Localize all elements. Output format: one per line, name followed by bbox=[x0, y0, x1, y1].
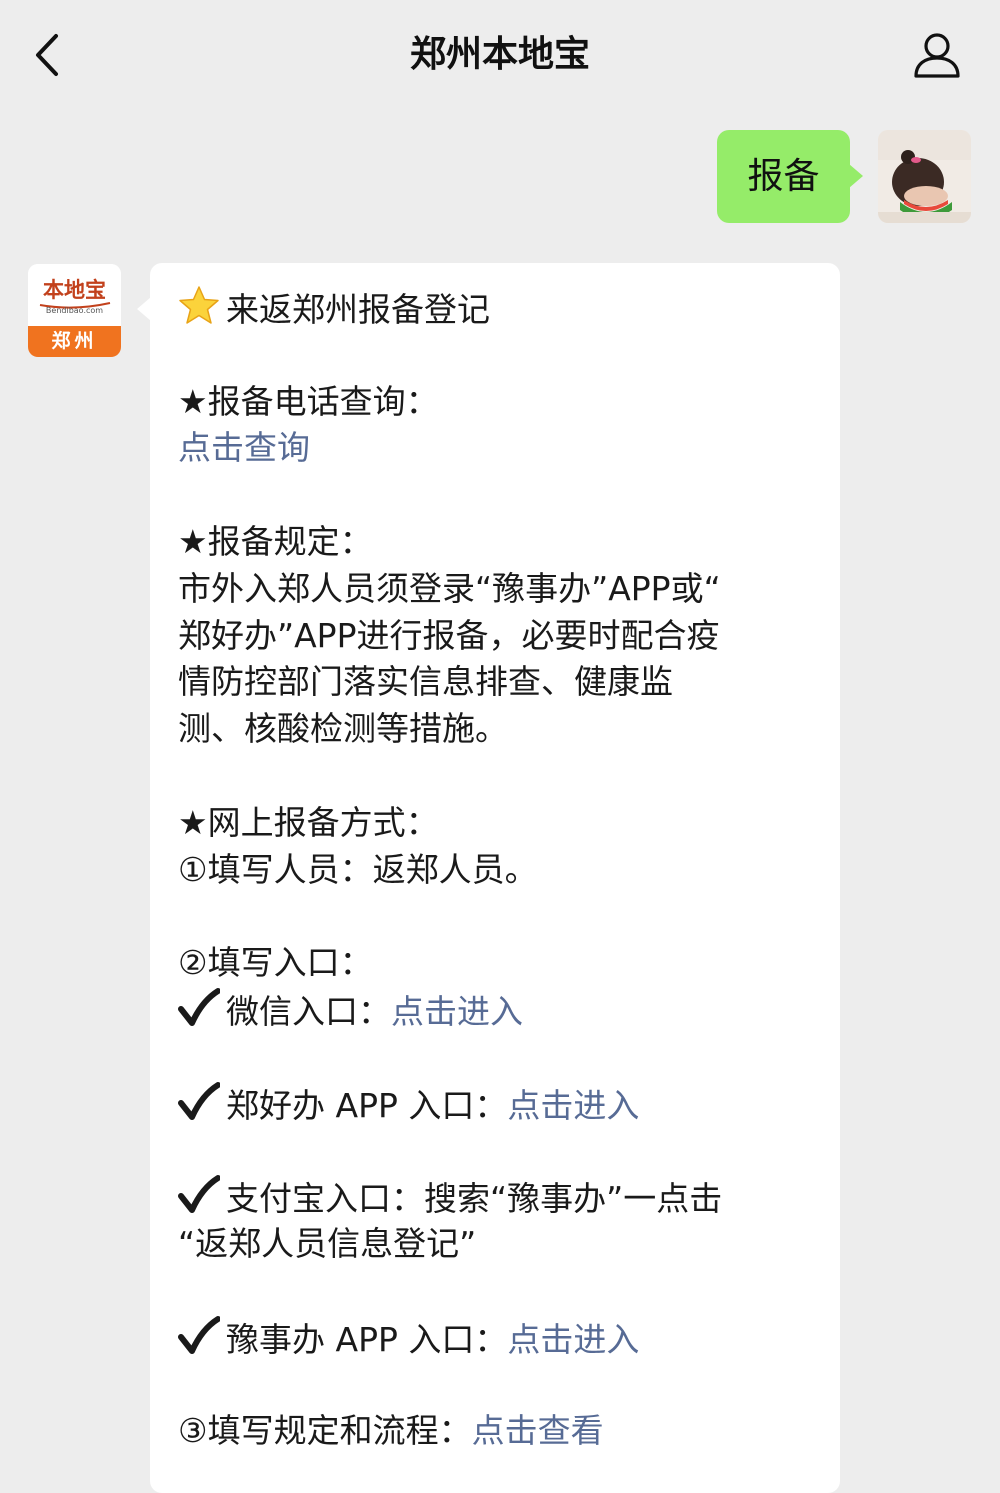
user-photo-icon bbox=[878, 130, 971, 223]
step2-text: ②填写入口： bbox=[178, 943, 373, 983]
step3-label: ③填写规定和流程： bbox=[178, 1411, 472, 1451]
bot-avatar-logo-url: Bendibao.com bbox=[45, 306, 104, 315]
step3-link[interactable]: 点击查看 bbox=[472, 1411, 604, 1450]
zhb-entry-line: 郑好办 APP 入口：点击进入 bbox=[178, 1081, 818, 1128]
message-title-line: 来返郑州报备登记 bbox=[178, 285, 818, 332]
rules-heading: ★报备规定： bbox=[178, 521, 373, 561]
star-emoji-icon bbox=[179, 286, 219, 324]
step3-line: ③填写规定和流程：点击查看 bbox=[178, 1408, 818, 1455]
zhb-entry-label: 郑好办 APP 入口： bbox=[226, 1085, 508, 1125]
rules-text-line: 测、核酸检测等措施。 bbox=[178, 709, 508, 749]
online-heading: ★网上报备方式： bbox=[178, 802, 439, 842]
checkmark-icon bbox=[178, 1175, 220, 1214]
alipay-entry-text: 支付宝入口：搜索“豫事办”一点击 bbox=[226, 1179, 723, 1219]
phone-heading: ★报备电话查询： bbox=[178, 381, 439, 421]
rules-text-line: 郑好办”APP进行报备，必要时配合疫 bbox=[178, 615, 720, 655]
ysb-entry-line: 豫事办 APP 入口：点击进入 bbox=[178, 1315, 818, 1362]
step1-text: ①填写人员：返郑人员。 bbox=[178, 849, 538, 889]
alipay-entry-text-2: “返郑人员信息登记” bbox=[178, 1223, 477, 1263]
bot-avatar[interactable]: 本地宝 Bendibao.com 郑州 bbox=[28, 264, 121, 357]
user-avatar[interactable] bbox=[878, 130, 971, 223]
message-content: 来返郑州报备登记 ★报备电话查询： 点击查询 ★报备规定： 市外入郑人员须登录“… bbox=[178, 285, 818, 1455]
user-icon bbox=[914, 33, 960, 78]
profile-button[interactable] bbox=[910, 30, 964, 80]
nav-bar: 郑州本地宝 bbox=[0, 0, 1000, 110]
wechat-entry-link[interactable]: 点击进入 bbox=[391, 992, 523, 1031]
sent-message-bubble[interactable]: 报备 bbox=[717, 130, 863, 223]
ysb-entry-label: 豫事办 APP 入口： bbox=[226, 1319, 508, 1359]
bot-avatar-logo-area: 本地宝 Bendibao.com bbox=[28, 264, 121, 326]
zhb-entry-link[interactable]: 点击进入 bbox=[507, 1086, 639, 1125]
ysb-entry-link[interactable]: 点击进入 bbox=[507, 1320, 639, 1359]
message-title: 来返郑州报备登记 bbox=[226, 290, 490, 329]
alipay-entry-line: 支付宝入口：搜索“豫事办”一点击 bbox=[178, 1174, 818, 1221]
wechat-entry-line: 微信入口：点击进入 bbox=[178, 987, 818, 1034]
checkmark-icon bbox=[178, 987, 220, 1026]
checkmark-icon bbox=[178, 1315, 220, 1354]
checkmark-icon bbox=[178, 1081, 220, 1120]
bot-avatar-city: 郑州 bbox=[28, 326, 121, 357]
sent-message-row: 报备 bbox=[0, 130, 1000, 226]
wechat-entry-label: 微信入口： bbox=[226, 991, 391, 1031]
phone-query-link[interactable]: 点击查询 bbox=[178, 428, 310, 467]
rules-text-line: 市外入郑人员须登录“豫事办”APP或“ bbox=[178, 568, 721, 608]
page-title: 郑州本地宝 bbox=[409, 34, 590, 75]
received-message-bubble: 来返郑州报备登记 ★报备电话查询： 点击查询 ★报备规定： 市外入郑人员须登录“… bbox=[137, 263, 840, 1493]
rules-text-line: 情防控部门落实信息排查、健康监 bbox=[178, 662, 673, 702]
